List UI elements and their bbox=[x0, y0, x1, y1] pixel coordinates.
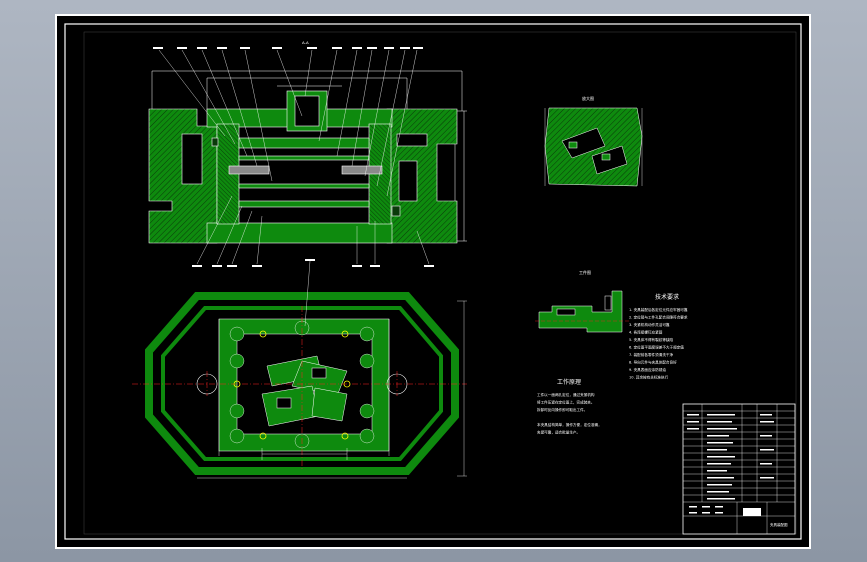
principle-line: 工件以一面两孔定位，通过夹紧机构 bbox=[537, 392, 595, 397]
section-label: A-A bbox=[302, 40, 309, 45]
tech-req-item: 8. 导向元件与夹具体配合良好 bbox=[629, 360, 677, 365]
detail-view: 放大图 bbox=[544, 95, 643, 187]
tech-req-item: 5. 夹具体不得有裂纹等缺陷 bbox=[629, 337, 674, 342]
title-block-drawing-title: 夹具装配图 bbox=[770, 522, 788, 527]
tech-req-item: 9. 夹具表面应涂防锈油 bbox=[629, 367, 666, 372]
tech-req-item: 10. 其余按有关标准执行 bbox=[629, 375, 669, 380]
principle-line: 拆卸时反向操作即可取出工件。 bbox=[537, 407, 587, 412]
workpiece-label: 工件图 bbox=[579, 269, 591, 275]
title-block: 夹具装配图 bbox=[682, 403, 796, 535]
principle-line: 夹紧可靠，适合批量生产。 bbox=[537, 430, 580, 435]
tech-req-item: 1. 夹具装配后各定位元件应牢固可靠 bbox=[629, 307, 688, 312]
principle-line: 将工件压紧在定位面上，完成装夹。 bbox=[537, 400, 595, 405]
technical-requirements: 技术要求 1. 夹具装配后各定位元件应牢固可靠 2. 定位销与工件孔配合间隙符合要… bbox=[629, 293, 688, 380]
working-principle: 工作原理 工件以一面两孔定位，通过夹紧机构将工件压紧在定位面上，完成装夹。拆卸时… bbox=[537, 378, 602, 435]
tech-req-title: 技术要求 bbox=[655, 293, 679, 301]
section-view: A-A bbox=[148, 40, 467, 267]
workpiece-view: 工件图 bbox=[535, 269, 629, 333]
tech-req-item: 3. 夹紧机构动作灵活可靠 bbox=[629, 322, 670, 327]
principle-title: 工作原理 bbox=[557, 378, 581, 386]
tech-req-item: 7. 装配前各零件须清洗干净 bbox=[629, 352, 674, 357]
cad-viewport[interactable]: A-A 放大图 工件图 技术要求 1. 夹具装配后各定位元件应牢固可靠 2. 定… bbox=[0, 0, 867, 562]
detail-label: 放大图 bbox=[582, 95, 594, 101]
tech-req-item: 4. 各连接螺钉应紧固 bbox=[629, 330, 663, 335]
tech-req-item: 2. 定位销与工件孔配合间隙符合要求 bbox=[629, 315, 688, 320]
plan-view bbox=[132, 259, 467, 479]
drawing-sheet: A-A 放大图 工件图 技术要求 1. 夹具装配后各定位元件应牢固可靠 2. 定… bbox=[55, 14, 811, 549]
drawing-canvas: A-A 放大图 工件图 技术要求 1. 夹具装配后各定位元件应牢固可靠2. 定位… bbox=[64, 23, 802, 540]
tech-req-item: 6. 定位面平面度误差不大于规定值 bbox=[629, 345, 684, 350]
principle-line: 本夹具结构简单，操作方便，定位准确， bbox=[537, 422, 602, 427]
